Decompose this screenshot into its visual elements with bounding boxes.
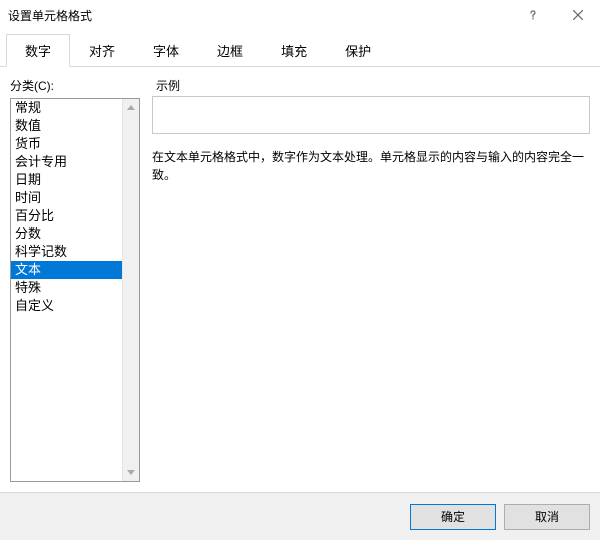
scroll-down-arrow[interactable] [123,464,140,481]
titlebar-controls [510,0,600,30]
category-item[interactable]: 科学记数 [11,243,122,261]
titlebar: 设置单元格格式 [0,0,600,30]
category-panel: 分类(C): 常规数值货币会计专用日期时间百分比分数科学记数文本特殊自定义 [10,77,140,482]
category-item[interactable]: 时间 [11,189,122,207]
category-item[interactable]: 会计专用 [11,153,122,171]
close-icon [573,10,583,20]
category-item[interactable]: 常规 [11,99,122,117]
chevron-down-icon [127,470,135,475]
tab-1[interactable]: 对齐 [70,34,134,66]
close-button[interactable] [555,0,600,30]
tab-5[interactable]: 保护 [326,34,390,66]
category-label: 分类(C): [10,77,140,94]
scroll-up-arrow[interactable] [123,99,140,116]
sample-label: 示例 [156,77,590,94]
cancel-button[interactable]: 取消 [504,504,590,530]
dialog-footer: 确定 取消 [0,492,600,540]
help-button[interactable] [510,0,555,30]
category-item[interactable]: 百分比 [11,207,122,225]
detail-panel: 示例 在文本单元格格式中，数字作为文本处理。单元格显示的内容与输入的内容完全一致… [152,77,590,482]
window-title: 设置单元格格式 [8,7,92,24]
help-icon [528,10,538,20]
tab-2[interactable]: 字体 [134,34,198,66]
dialog-format-cells: 设置单元格格式 数字对齐字体边框填充保护 分类(C): 常规数值货币会计专用日期… [0,0,600,540]
category-item[interactable]: 分数 [11,225,122,243]
category-item[interactable]: 自定义 [11,297,122,315]
tab-4[interactable]: 填充 [262,34,326,66]
category-item[interactable]: 特殊 [11,279,122,297]
tab-0[interactable]: 数字 [6,34,70,67]
category-item[interactable]: 日期 [11,171,122,189]
scrollbar[interactable] [122,99,139,481]
chevron-up-icon [127,105,135,110]
tab-3[interactable]: 边框 [198,34,262,66]
category-item[interactable]: 货币 [11,135,122,153]
ok-button[interactable]: 确定 [410,504,496,530]
sample-box [152,96,590,134]
category-item[interactable]: 数值 [11,117,122,135]
tab-bar: 数字对齐字体边框填充保护 [0,30,600,67]
category-listbox[interactable]: 常规数值货币会计专用日期时间百分比分数科学记数文本特殊自定义 [10,98,140,482]
format-description: 在文本单元格格式中，数字作为文本处理。单元格显示的内容与输入的内容完全一致。 [152,148,590,184]
category-item[interactable]: 文本 [11,261,122,279]
content-area: 分类(C): 常规数值货币会计专用日期时间百分比分数科学记数文本特殊自定义 示例… [0,67,600,492]
